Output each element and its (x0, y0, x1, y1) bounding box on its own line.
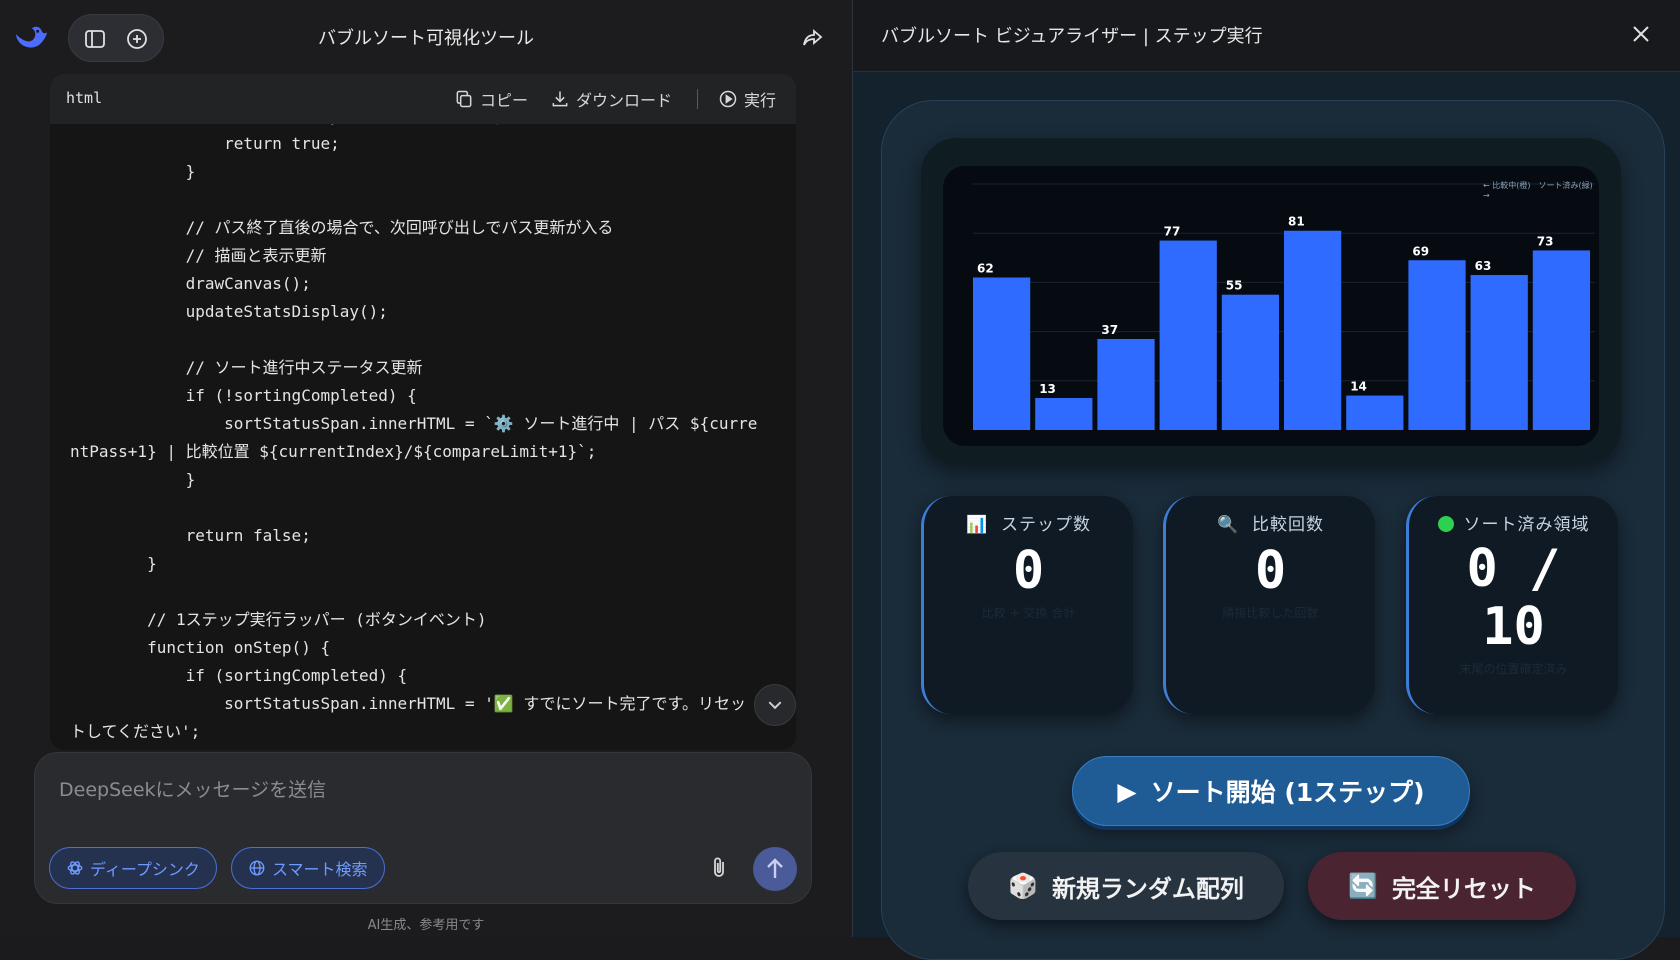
chart-bar (973, 277, 1031, 430)
download-icon (552, 91, 568, 107)
chart-bar (1221, 294, 1280, 430)
deepthink-toggle[interactable]: ディープシンク (49, 847, 217, 889)
header-divider (697, 89, 698, 109)
chevron-down-icon (768, 701, 782, 710)
chat-pane: バブルソート可視化ツール html コピー ダウンロード 実行 return t… (0, 0, 852, 937)
start-sort-button[interactable]: ▶ ソート開始 (1ステップ) (1072, 756, 1470, 826)
code-text: sortStatusSpan.innerHTML = '🏁 ソート完了！'; r… (70, 124, 758, 741)
share-icon[interactable] (800, 26, 826, 50)
start-sort-label: ソート開始 (1ステップ) (1150, 778, 1425, 807)
ai-disclaimer: AI生成、参考用です (367, 918, 485, 933)
code-content[interactable]: sortStatusSpan.innerHTML = '🏁 ソート完了！'; r… (50, 124, 796, 750)
chat-topbar: バブルソート可視化ツール (0, 0, 852, 74)
smart-search-label: スマート検索 (272, 860, 368, 879)
code-block: html コピー ダウンロード 実行 return true;} // パス終… (50, 74, 796, 750)
play-icon: ▶ (1117, 776, 1137, 806)
chat-title: バブルソート可視化ツール (318, 28, 534, 49)
bar-chart-icon: 📊 (966, 515, 989, 535)
new-random-array-label: 新規ランダム配列 (1051, 874, 1244, 903)
bar-chart-canvas: 62 13 37 77 55 81 14 69 63 73 ← 比較中(橙) ソート済み(緑) → (943, 166, 1599, 446)
steps-label: 📊 ステップ数 (966, 515, 1091, 535)
copy-icon (456, 90, 472, 108)
sorted-label: ソート済み領域 (1409, 512, 1618, 538)
run-label: 実行 (744, 91, 777, 110)
download-label: ダウンロード (576, 91, 673, 110)
refresh-icon: 🔄 (1348, 872, 1378, 900)
compares-label: 🔍 比較回数 (1217, 515, 1324, 535)
smart-search-toggle[interactable]: スマート検索 (231, 847, 385, 889)
sorted-subtext: 末尾の位置確定済み (1459, 662, 1568, 676)
chart-bar (1346, 395, 1404, 430)
chart-value-label: 62 (977, 261, 994, 275)
run-button[interactable]: 実行 (718, 86, 776, 112)
magnifier-icon: 🔍 (1217, 515, 1240, 535)
chart-value-label: 63 (1475, 259, 1492, 273)
send-button[interactable] (753, 847, 797, 891)
chart-bar (1159, 240, 1217, 430)
preview-title: バブルソート ビジュアライザー | ステップ実行 (881, 26, 1263, 47)
play-circle-icon (719, 90, 737, 108)
compares-subtext: 隣接比較した回数 (1222, 606, 1319, 620)
full-reset-label: 完全リセット (1391, 874, 1536, 903)
scroll-down-button[interactable] (754, 684, 796, 726)
message-composer: DeepSeekにメッセージを送信 ディープシンク スマート検索 (34, 752, 812, 904)
chart-bar (1532, 250, 1591, 430)
full-reset-button[interactable]: 🔄 完全リセット (1308, 852, 1576, 920)
preview-header: バブルソート ビジュアライザー | ステップ実行 (853, 0, 1680, 72)
code-block-header: html コピー ダウンロード 実行 (50, 74, 796, 124)
chart-bar (1284, 230, 1342, 430)
chart-value-label: 14 (1350, 380, 1367, 394)
steps-value: 0 (1012, 541, 1045, 601)
message-input[interactable]: DeepSeekにメッセージを送信 (59, 775, 326, 802)
download-button[interactable]: ダウンロード (550, 86, 672, 112)
sorted-value: 0 / 10 (1466, 539, 1561, 657)
chart-bar (1035, 398, 1093, 430)
chart-value-label: 77 (1164, 225, 1181, 239)
attach-file-icon[interactable] (707, 855, 731, 881)
sorted-stat-card: ソート済み領域 0 / 10 末尾の位置確定済み (1406, 496, 1618, 714)
chart-value-label: 13 (1039, 382, 1056, 396)
chart-value-label: 69 (1412, 244, 1429, 258)
arrow-up-icon (767, 858, 783, 878)
chart-bar (1097, 338, 1155, 430)
deepthink-label: ディープシンク (90, 860, 200, 879)
code-language: html (66, 89, 103, 107)
atom-icon (67, 861, 83, 875)
steps-subtext: 比較 + 交換 合計 (981, 606, 1076, 620)
preview-pane: バブルソート ビジュアライザー | ステップ実行 62 13 37 77 55 81 14 6… (852, 0, 1680, 960)
close-icon[interactable] (1629, 22, 1653, 46)
dice-icon: 🎲 (1008, 872, 1038, 900)
chart-value-label: 73 (1537, 234, 1554, 248)
copy-label: コピー (480, 91, 529, 110)
chart-legend: ← 比較中(橙) ソート済み(緑) → (1483, 181, 1593, 200)
chart-value-label: 81 (1288, 215, 1305, 229)
chart-bar (1408, 260, 1466, 430)
compares-value: 0 (1254, 541, 1287, 601)
green-circle-icon (1437, 516, 1454, 532)
globe-icon (249, 860, 265, 876)
bar-chart: 62 13 37 77 55 81 14 69 63 73 (973, 183, 1595, 430)
chart-bar (1470, 275, 1528, 430)
steps-stat-card: 📊 ステップ数 0 比較 + 交換 合計 (921, 496, 1133, 714)
chart-value-label: 55 (1226, 279, 1243, 293)
copy-button[interactable]: コピー (454, 86, 528, 112)
chart-value-label: 37 (1101, 323, 1118, 337)
new-random-array-button[interactable]: 🎲 新規ランダム配列 (968, 852, 1284, 920)
compares-stat-card: 🔍 比較回数 0 隣接比較した回数 (1163, 496, 1375, 714)
